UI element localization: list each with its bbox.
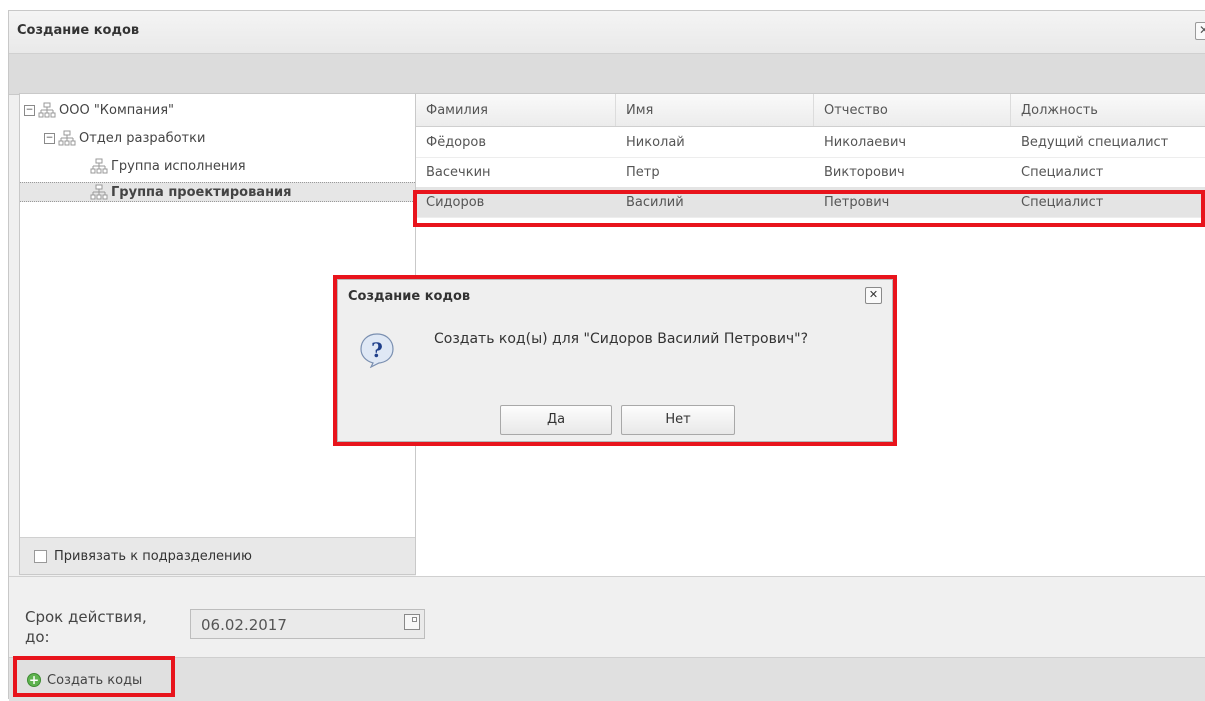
footer-bar: + Создать коды [9,657,1205,701]
expiry-label: Срок действия, до: [25,608,147,646]
column-header-firstname[interactable]: Имя [616,94,814,126]
table-row-selected[interactable]: Сидоров Василий Петрович Специалист [416,187,1205,218]
collapse-icon[interactable]: − [44,132,55,144]
cell-lastname: Фёдоров [426,134,486,150]
svg-text:?: ? [371,338,383,362]
add-circle-icon: + [27,673,41,687]
cell-patronymic: Петрович [824,194,890,210]
column-header-patronymic[interactable]: Отчество [814,94,1011,126]
dialog-close-icon[interactable]: ✕ [865,287,882,304]
tree-node-label: Группа проектирования [111,184,292,200]
create-codes-button[interactable]: + Создать коды [21,667,148,693]
table-row[interactable]: Фёдоров Николай Николаевич Ведущий специ… [416,127,1205,158]
window-title: Создание кодов [17,23,140,38]
toolbar [9,54,1205,95]
expiry-date-value: 06.02.2017 [201,616,287,634]
tree-node-label: Группа исполнения [111,158,246,174]
cell-patronymic: Николаевич [824,134,907,150]
yes-button[interactable]: Да [500,405,612,435]
org-structure-icon [90,158,108,174]
tree-node-label: ООО "Компания" [59,102,175,118]
cell-firstname: Василий [626,194,684,210]
confirm-dialog: Создание кодов ✕ ? Создать код(ы) для "С… [337,279,893,442]
cell-patronymic: Викторович [824,164,905,180]
expiry-form: Срок действия, до: 06.02.2017 [9,576,1205,657]
cell-lastname: Сидоров [426,194,485,210]
dialog-message: Создать код(ы) для "Сидоров Василий Петр… [434,331,809,347]
tree-node-execution-group[interactable]: Группа исполнения [90,156,246,176]
cell-position: Специалист [1021,194,1104,210]
create-codes-label: Создать коды [47,672,143,688]
cell-firstname: Петр [626,164,660,180]
no-button[interactable]: Нет [621,405,735,435]
tree-node-dev-department[interactable]: − Отдел разработки [44,128,205,148]
bind-to-department-bar: Привязать к подразделению [20,537,415,574]
bind-to-department-label: Привязать к подразделению [54,548,252,564]
column-header-lastname[interactable]: Фамилия [416,94,616,126]
window-close-icon[interactable]: ✕ [1195,22,1205,40]
bind-to-department-checkbox[interactable] [34,549,47,563]
cell-position: Ведущий специалист [1021,134,1169,150]
table-row[interactable]: Васечкин Петр Викторович Специалист [416,157,1205,188]
column-header-position[interactable]: Должность [1011,94,1205,126]
window-header: Создание кодов ✕ [9,11,1205,54]
org-structure-icon [38,102,56,118]
org-structure-icon [90,184,108,200]
question-icon: ? [360,333,394,368]
grid-header: Фамилия Имя Отчество Должность [416,94,1205,127]
dialog-title: Создание кодов [348,289,471,304]
calendar-icon[interactable] [404,614,420,630]
collapse-icon[interactable]: − [24,104,35,116]
cell-lastname: Васечкин [426,164,491,180]
expiry-date-field[interactable]: 06.02.2017 [190,609,425,639]
tree-node-company[interactable]: − ООО "Компания" [24,100,174,120]
org-structure-icon [58,130,76,146]
tree-node-design-group[interactable]: Группа проектирования [20,182,415,202]
cell-position: Специалист [1021,164,1104,180]
cell-firstname: Николай [626,134,685,150]
tree-node-label: Отдел разработки [79,130,206,146]
